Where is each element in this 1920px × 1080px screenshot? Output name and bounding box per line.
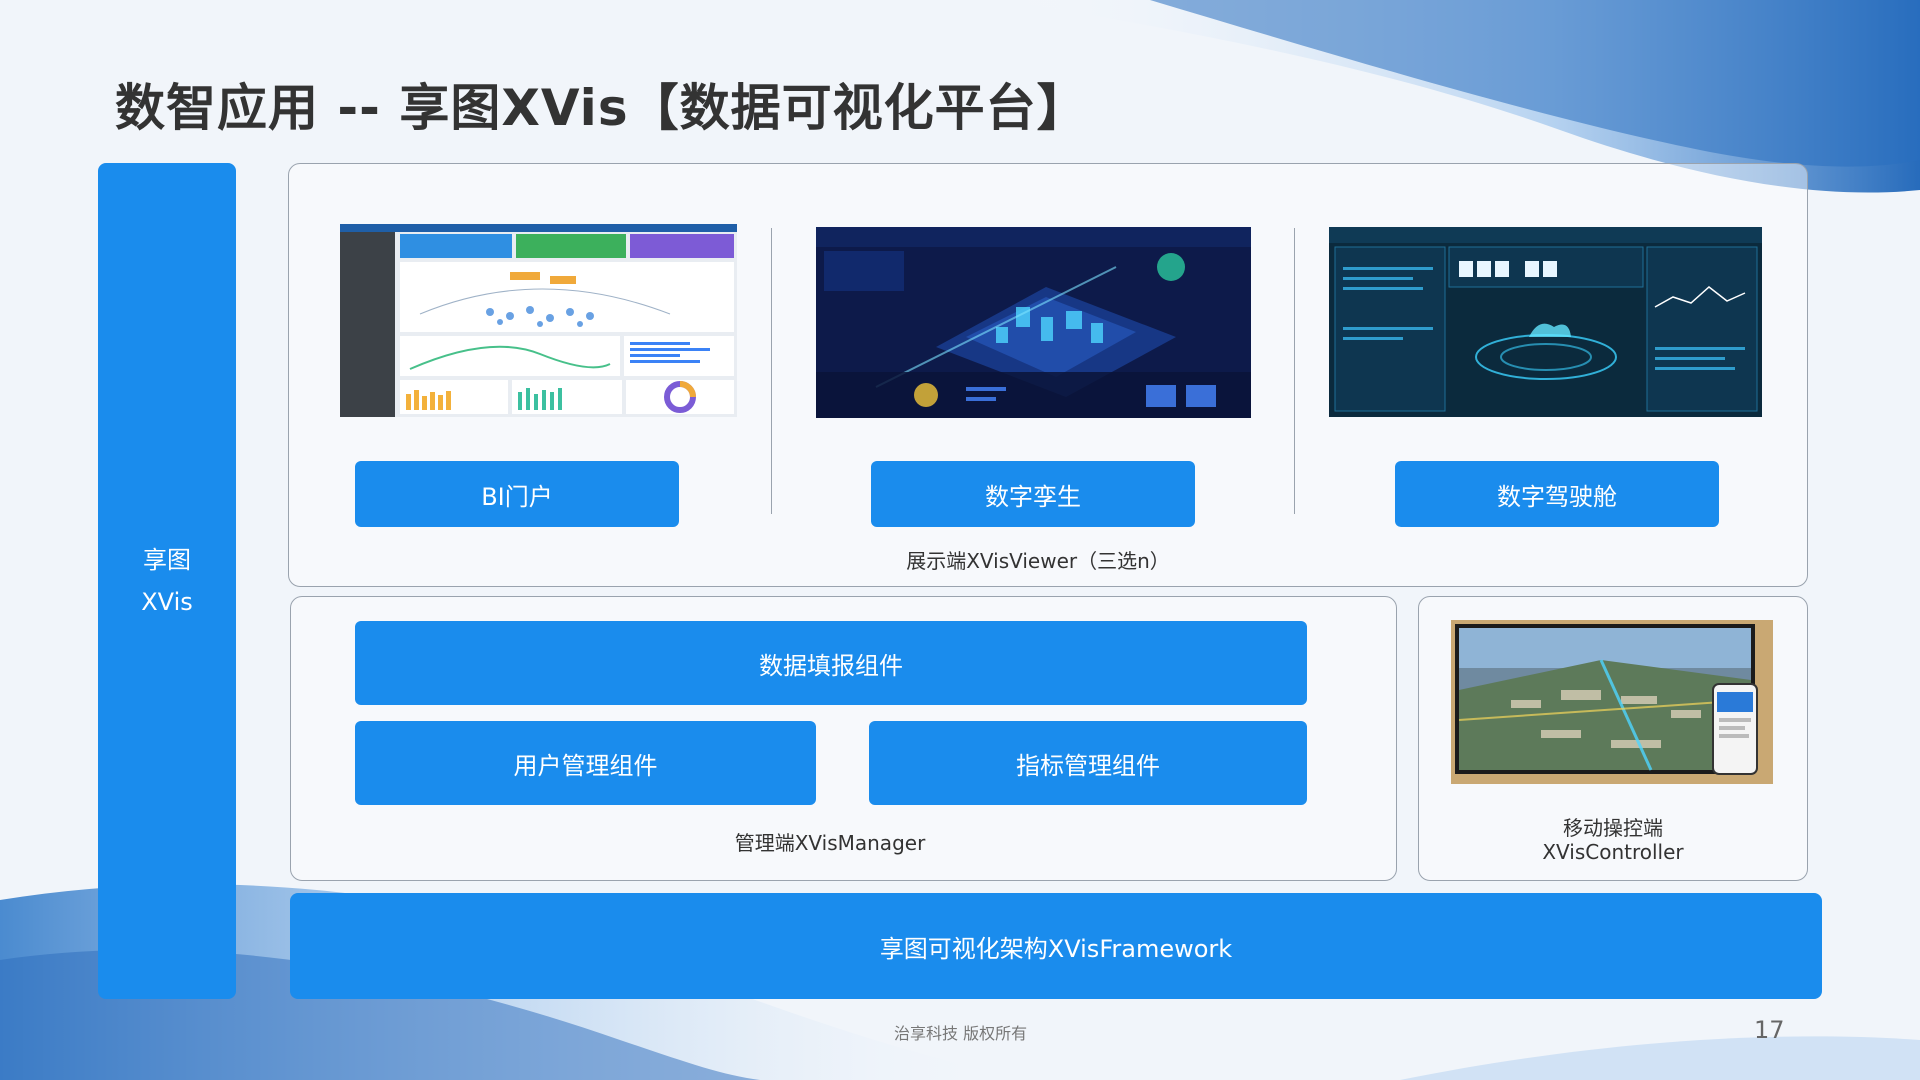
controller-caption: 移动操控端 XVisController <box>1418 816 1808 864</box>
xvis-product-bar: 享图 XVis <box>98 163 236 999</box>
bi-portal-screenshot <box>340 224 737 417</box>
controller-caption-line1: 移动操控端 <box>1563 816 1663 840</box>
viewer-divider-1 <box>771 228 772 514</box>
user-management-component-button[interactable]: 用户管理组件 <box>355 721 816 805</box>
controller-caption-line2: XVisController <box>1542 840 1684 864</box>
viewer-caption: 展示端XVisViewer（三选n） <box>906 549 1170 573</box>
digital-twin-button[interactable]: 数字孪生 <box>871 461 1195 527</box>
framework-bar: 享图可视化架构XVisFramework <box>290 893 1822 999</box>
product-name-line1: 享图 <box>143 546 191 574</box>
bi-portal-button[interactable]: BI门户 <box>355 461 679 527</box>
mobile-controller-photo <box>1451 620 1773 784</box>
manager-caption: 管理端XVisManager <box>734 831 926 855</box>
copyright-text: 治享科技 版权所有 <box>894 1024 1028 1043</box>
indicator-management-component-button[interactable]: 指标管理组件 <box>869 721 1307 805</box>
slide-title: 数智应用 -- 享图XVis【数据可视化平台】 <box>115 79 1088 137</box>
page-number: 17 <box>1754 1016 1785 1044</box>
digital-twin-screenshot <box>816 227 1251 418</box>
digital-cockpit-button[interactable]: 数字驾驶舱 <box>1395 461 1719 527</box>
data-fill-component-button[interactable]: 数据填报组件 <box>355 621 1307 705</box>
viewer-divider-2 <box>1294 228 1295 514</box>
product-name-line2: XVis <box>141 588 193 616</box>
digital-cockpit-screenshot <box>1329 227 1762 417</box>
